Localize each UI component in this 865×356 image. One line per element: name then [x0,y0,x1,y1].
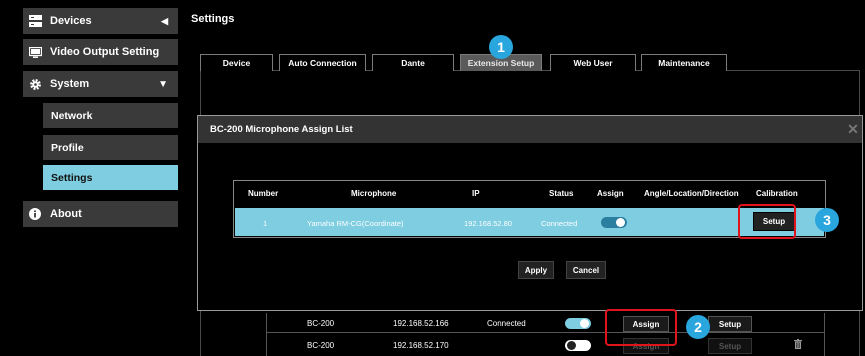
device-ip: 192.168.52.170 [393,341,449,350]
sidebar-item-video-output[interactable]: Video Output Setting [23,39,178,65]
sidebar-item-label: Video Output Setting [50,46,160,58]
monitor-icon [28,45,42,59]
callout-badge-3: 3 [815,208,839,232]
table-row: BC-200 192.168.52.166 Connected Assign S… [267,313,824,333]
column-header-assign: Assign [597,189,624,198]
mic-name: Yamaha RM-CG(Coordinate) [307,219,404,228]
device-status: Connected [487,319,526,328]
column-header-status: Status [549,189,574,198]
sidebar-item-profile[interactable]: Profile [43,135,178,160]
sidebar: Devices ◀ Video Output Setting System ▼ … [0,0,180,356]
sidebar-item-settings[interactable]: Settings [43,165,178,190]
column-header-ip: IP [472,189,480,198]
assign-toggle[interactable] [601,217,627,228]
column-header-number: Number [248,189,279,198]
devices-icon [28,14,42,28]
sidebar-item-label: Settings [51,171,93,184]
cancel-button[interactable]: Cancel [566,261,606,279]
tab-web-user[interactable]: Web User [550,54,636,71]
assign-toggle[interactable] [565,340,591,351]
setup-button[interactable]: Setup [708,338,752,354]
table-row: BC-200 192.168.52.170 Assign Setup [267,335,824,355]
tab-device[interactable]: Device [200,54,273,71]
sidebar-item-about[interactable]: About [23,201,178,227]
sidebar-item-label: Devices [50,15,92,27]
callout-highlight-setup [738,204,796,239]
tab-maintenance[interactable]: Maintenance [641,54,727,71]
setup-button[interactable]: Setup [708,316,752,332]
sidebar-item-label: About [50,208,82,220]
column-header-calibration: Calibration [756,189,798,198]
expand-down-icon[interactable]: ▼ [158,79,168,90]
device-ip: 192.168.52.166 [393,319,449,328]
tab-dante[interactable]: Dante [372,54,454,71]
callout-badge-2: 2 [686,315,710,339]
device-table: BC-200 192.168.52.166 Connected Assign S… [266,313,825,356]
device-name: BC-200 [307,341,335,350]
table-row: 1 Yamaha RM-CG(Coordinate) 192.168.52.80… [235,208,824,236]
callout-badge-1: 1 [489,35,513,59]
page-title: Settings [191,13,235,25]
dialog-header: BC-200 Microphone Assign List [198,116,862,143]
collapse-left-icon[interactable]: ◀ [161,16,168,27]
sidebar-item-devices[interactable]: Devices ◀ [23,8,178,34]
column-header-angle: Angle/Location/Direction [644,189,739,198]
mic-ip: 192.168.52.80 [464,219,512,228]
dialog-title: BC-200 Microphone Assign List [210,124,353,135]
trash-icon[interactable] [794,339,802,352]
sidebar-item-network[interactable]: Network [43,103,178,128]
info-icon [28,207,42,221]
device-name: BC-200 [307,319,335,328]
sidebar-item-label: System [50,78,90,90]
apply-button[interactable]: Apply [518,261,554,279]
mic-number: 1 [263,219,268,228]
sidebar-item-label: Network [51,109,93,122]
sidebar-item-system[interactable]: System ▼ [23,71,178,97]
sidebar-item-label: Profile [51,141,84,154]
assign-toggle[interactable] [565,318,591,329]
close-icon[interactable]: ✕ [846,122,860,136]
tab-auto-connection[interactable]: Auto Connection [279,54,366,71]
callout-highlight-assign [605,309,677,346]
gear-icon [28,77,42,91]
mic-status: Connected [541,219,578,228]
column-header-microphone: Microphone [351,189,397,198]
